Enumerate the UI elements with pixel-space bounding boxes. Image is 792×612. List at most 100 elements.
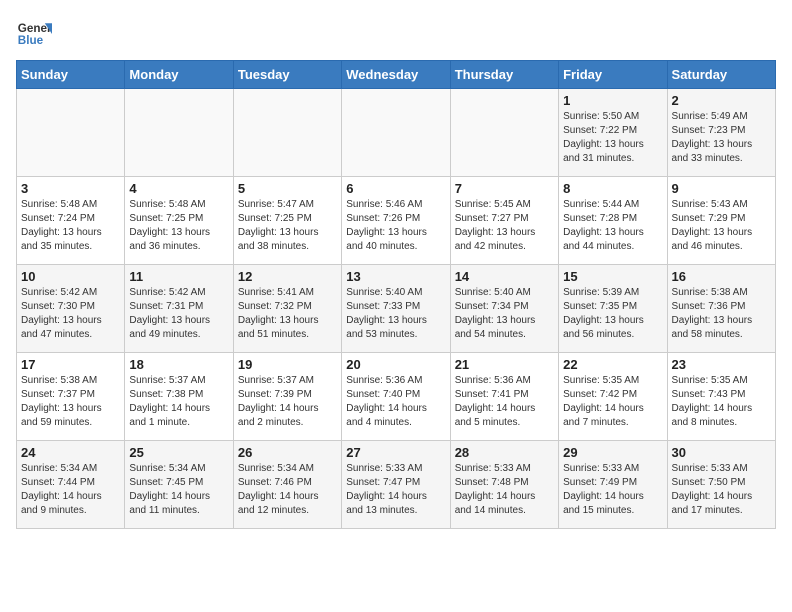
day-number: 5 bbox=[238, 181, 337, 196]
calendar-header-saturday: Saturday bbox=[667, 61, 775, 89]
day-info: Sunrise: 5:39 AMSunset: 7:35 PMDaylight:… bbox=[563, 286, 662, 342]
day-info: Sunrise: 5:47 AMSunset: 7:25 PMDaylight:… bbox=[238, 198, 337, 254]
calendar-cell: 5 Sunrise: 5:47 AMSunset: 7:25 PMDaylight… bbox=[233, 177, 341, 265]
calendar-week-5: 24 Sunrise: 5:34 AMSunset: 7:44 PMDayligh… bbox=[17, 441, 776, 529]
calendar-cell bbox=[233, 89, 341, 177]
day-number: 10 bbox=[21, 269, 120, 284]
day-number: 16 bbox=[672, 269, 771, 284]
day-info: Sunrise: 5:41 AMSunset: 7:32 PMDaylight:… bbox=[238, 286, 337, 342]
day-info: Sunrise: 5:34 AMSunset: 7:46 PMDaylight:… bbox=[238, 462, 337, 518]
day-info: Sunrise: 5:48 AMSunset: 7:24 PMDaylight:… bbox=[21, 198, 120, 254]
day-number: 20 bbox=[346, 357, 445, 372]
calendar-week-2: 3 Sunrise: 5:48 AMSunset: 7:24 PMDaylight… bbox=[17, 177, 776, 265]
calendar-cell: 17 Sunrise: 5:38 AMSunset: 7:37 PMDayligh… bbox=[17, 353, 125, 441]
logo-icon: General Blue bbox=[16, 16, 52, 52]
day-number: 27 bbox=[346, 445, 445, 460]
day-info: Sunrise: 5:36 AMSunset: 7:41 PMDaylight:… bbox=[455, 374, 554, 430]
day-number: 24 bbox=[21, 445, 120, 460]
day-info: Sunrise: 5:49 AMSunset: 7:23 PMDaylight:… bbox=[672, 110, 771, 166]
day-number: 19 bbox=[238, 357, 337, 372]
day-info: Sunrise: 5:50 AMSunset: 7:22 PMDaylight:… bbox=[563, 110, 662, 166]
calendar: SundayMondayTuesdayWednesdayThursdayFrid… bbox=[16, 60, 776, 529]
day-number: 26 bbox=[238, 445, 337, 460]
day-number: 22 bbox=[563, 357, 662, 372]
day-info: Sunrise: 5:40 AMSunset: 7:33 PMDaylight:… bbox=[346, 286, 445, 342]
day-number: 28 bbox=[455, 445, 554, 460]
page-header: General Blue bbox=[16, 16, 776, 52]
calendar-header-sunday: Sunday bbox=[17, 61, 125, 89]
calendar-header-row: SundayMondayTuesdayWednesdayThursdayFrid… bbox=[17, 61, 776, 89]
day-info: Sunrise: 5:37 AMSunset: 7:39 PMDaylight:… bbox=[238, 374, 337, 430]
day-info: Sunrise: 5:42 AMSunset: 7:30 PMDaylight:… bbox=[21, 286, 120, 342]
calendar-cell: 14 Sunrise: 5:40 AMSunset: 7:34 PMDayligh… bbox=[450, 265, 558, 353]
day-info: Sunrise: 5:34 AMSunset: 7:44 PMDaylight:… bbox=[21, 462, 120, 518]
day-number: 21 bbox=[455, 357, 554, 372]
day-number: 3 bbox=[21, 181, 120, 196]
day-info: Sunrise: 5:33 AMSunset: 7:49 PMDaylight:… bbox=[563, 462, 662, 518]
calendar-cell bbox=[17, 89, 125, 177]
calendar-cell: 13 Sunrise: 5:40 AMSunset: 7:33 PMDayligh… bbox=[342, 265, 450, 353]
day-info: Sunrise: 5:48 AMSunset: 7:25 PMDaylight:… bbox=[129, 198, 228, 254]
day-info: Sunrise: 5:33 AMSunset: 7:47 PMDaylight:… bbox=[346, 462, 445, 518]
day-info: Sunrise: 5:42 AMSunset: 7:31 PMDaylight:… bbox=[129, 286, 228, 342]
calendar-header-friday: Friday bbox=[559, 61, 667, 89]
calendar-cell bbox=[125, 89, 233, 177]
calendar-cell bbox=[342, 89, 450, 177]
calendar-cell: 30Sunrise: 5:33 AMSunset: 7:50 PMDayligh… bbox=[667, 441, 775, 529]
logo: General Blue bbox=[16, 16, 52, 52]
day-number: 11 bbox=[129, 269, 228, 284]
calendar-cell: 19 Sunrise: 5:37 AMSunset: 7:39 PMDayligh… bbox=[233, 353, 341, 441]
day-number: 9 bbox=[672, 181, 771, 196]
day-info: Sunrise: 5:35 AMSunset: 7:42 PMDaylight:… bbox=[563, 374, 662, 430]
calendar-cell: 1 Sunrise: 5:50 AMSunset: 7:22 PMDaylight… bbox=[559, 89, 667, 177]
calendar-header-tuesday: Tuesday bbox=[233, 61, 341, 89]
day-number: 7 bbox=[455, 181, 554, 196]
calendar-cell: 2 Sunrise: 5:49 AMSunset: 7:23 PMDaylight… bbox=[667, 89, 775, 177]
day-info: Sunrise: 5:44 AMSunset: 7:28 PMDaylight:… bbox=[563, 198, 662, 254]
calendar-header-wednesday: Wednesday bbox=[342, 61, 450, 89]
day-info: Sunrise: 5:33 AMSunset: 7:50 PMDaylight:… bbox=[672, 462, 771, 518]
calendar-header-monday: Monday bbox=[125, 61, 233, 89]
day-info: Sunrise: 5:37 AMSunset: 7:38 PMDaylight:… bbox=[129, 374, 228, 430]
day-info: Sunrise: 5:40 AMSunset: 7:34 PMDaylight:… bbox=[455, 286, 554, 342]
day-number: 8 bbox=[563, 181, 662, 196]
day-number: 25 bbox=[129, 445, 228, 460]
day-number: 6 bbox=[346, 181, 445, 196]
day-info: Sunrise: 5:36 AMSunset: 7:40 PMDaylight:… bbox=[346, 374, 445, 430]
calendar-cell: 11 Sunrise: 5:42 AMSunset: 7:31 PMDayligh… bbox=[125, 265, 233, 353]
calendar-cell: 12Sunrise: 5:41 AMSunset: 7:32 PMDayligh… bbox=[233, 265, 341, 353]
day-number: 18 bbox=[129, 357, 228, 372]
calendar-cell: 10 Sunrise: 5:42 AMSunset: 7:30 PMDayligh… bbox=[17, 265, 125, 353]
calendar-cell: 23 Sunrise: 5:35 AMSunset: 7:43 PMDayligh… bbox=[667, 353, 775, 441]
calendar-cell: 7 Sunrise: 5:45 AMSunset: 7:27 PMDaylight… bbox=[450, 177, 558, 265]
day-number: 13 bbox=[346, 269, 445, 284]
day-info: Sunrise: 5:45 AMSunset: 7:27 PMDaylight:… bbox=[455, 198, 554, 254]
calendar-week-3: 10 Sunrise: 5:42 AMSunset: 7:30 PMDayligh… bbox=[17, 265, 776, 353]
day-number: 14 bbox=[455, 269, 554, 284]
calendar-week-1: 1 Sunrise: 5:50 AMSunset: 7:22 PMDaylight… bbox=[17, 89, 776, 177]
calendar-cell: 25 Sunrise: 5:34 AMSunset: 7:45 PMDayligh… bbox=[125, 441, 233, 529]
day-info: Sunrise: 5:46 AMSunset: 7:26 PMDaylight:… bbox=[346, 198, 445, 254]
day-info: Sunrise: 5:33 AMSunset: 7:48 PMDaylight:… bbox=[455, 462, 554, 518]
day-number: 2 bbox=[672, 93, 771, 108]
calendar-week-4: 17 Sunrise: 5:38 AMSunset: 7:37 PMDayligh… bbox=[17, 353, 776, 441]
calendar-cell: 22 Sunrise: 5:35 AMSunset: 7:42 PMDayligh… bbox=[559, 353, 667, 441]
calendar-cell: 3 Sunrise: 5:48 AMSunset: 7:24 PMDaylight… bbox=[17, 177, 125, 265]
day-info: Sunrise: 5:34 AMSunset: 7:45 PMDaylight:… bbox=[129, 462, 228, 518]
day-number: 1 bbox=[563, 93, 662, 108]
day-number: 17 bbox=[21, 357, 120, 372]
calendar-cell: 18 Sunrise: 5:37 AMSunset: 7:38 PMDayligh… bbox=[125, 353, 233, 441]
day-info: Sunrise: 5:35 AMSunset: 7:43 PMDaylight:… bbox=[672, 374, 771, 430]
day-info: Sunrise: 5:38 AMSunset: 7:37 PMDaylight:… bbox=[21, 374, 120, 430]
calendar-cell: 20 Sunrise: 5:36 AMSunset: 7:40 PMDayligh… bbox=[342, 353, 450, 441]
calendar-cell: 21 Sunrise: 5:36 AMSunset: 7:41 PMDayligh… bbox=[450, 353, 558, 441]
calendar-cell: 16Sunrise: 5:38 AMSunset: 7:36 PMDayligh… bbox=[667, 265, 775, 353]
calendar-cell: 4Sunrise: 5:48 AMSunset: 7:25 PMDaylight… bbox=[125, 177, 233, 265]
day-number: 29 bbox=[563, 445, 662, 460]
svg-text:Blue: Blue bbox=[18, 34, 44, 47]
day-number: 15 bbox=[563, 269, 662, 284]
calendar-cell: 27 Sunrise: 5:33 AMSunset: 7:47 PMDayligh… bbox=[342, 441, 450, 529]
calendar-cell: 9Sunrise: 5:43 AMSunset: 7:29 PMDaylight… bbox=[667, 177, 775, 265]
day-number: 23 bbox=[672, 357, 771, 372]
calendar-cell bbox=[450, 89, 558, 177]
